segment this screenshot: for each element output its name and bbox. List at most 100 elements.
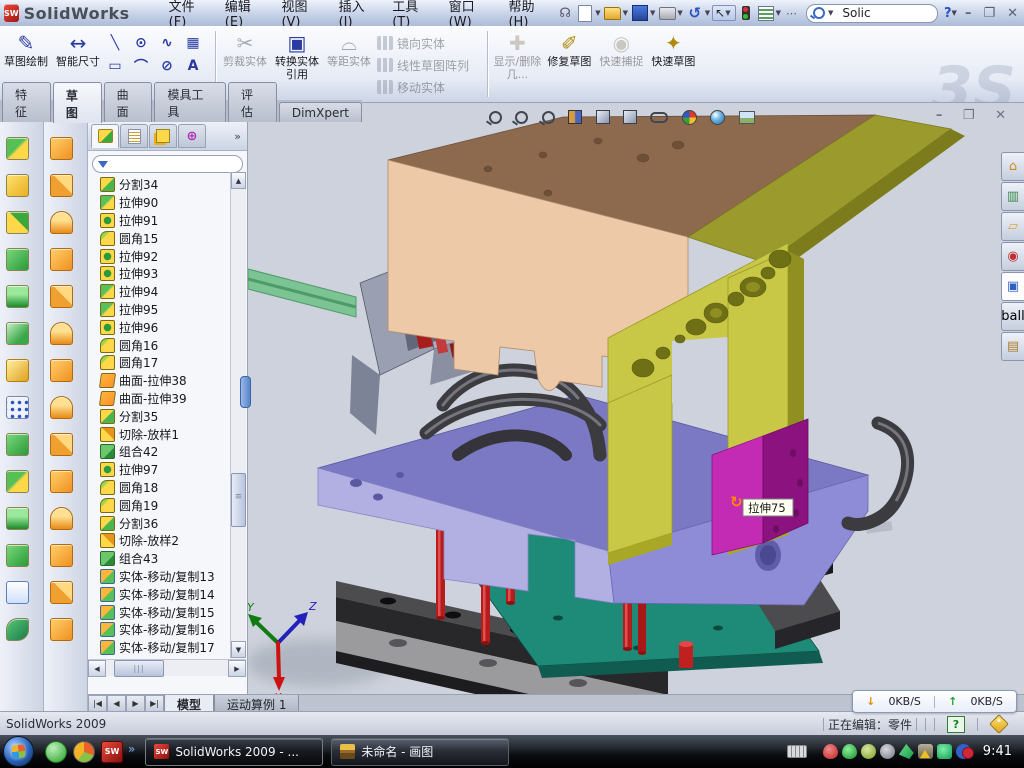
task-pane-tab[interactable]: ▥ bbox=[1001, 182, 1024, 211]
tree-item[interactable]: ▷ 分割35 bbox=[90, 407, 230, 425]
commandmanager-tab[interactable]: 模具工具 bbox=[154, 82, 226, 122]
document-window-buttons[interactable]: – ❐ ✕ bbox=[936, 108, 1014, 123]
mold-tool-icon[interactable] bbox=[50, 544, 73, 567]
task-pane-tab[interactable]: ⌂ bbox=[1001, 152, 1024, 181]
mold-tool-icon[interactable] bbox=[50, 137, 73, 160]
view-tool-button[interactable]: ▼ bbox=[542, 111, 562, 124]
feature-tool-icon[interactable] bbox=[6, 544, 29, 567]
tab-scroll-button[interactable]: ▶| bbox=[145, 695, 164, 712]
tray-icon[interactable] bbox=[823, 744, 838, 759]
tags-icon[interactable] bbox=[989, 714, 1009, 734]
mold-tool-icon[interactable] bbox=[50, 211, 73, 234]
tray-icon[interactable] bbox=[956, 744, 971, 759]
mold-tool-icon[interactable] bbox=[50, 285, 73, 308]
feature-tool-icon[interactable] bbox=[6, 322, 29, 345]
mold-tool-icon[interactable] bbox=[50, 248, 73, 271]
tree-item[interactable]: ▷ 拉伸93 bbox=[90, 265, 230, 283]
task-pane-tab[interactable]: ▱ bbox=[1001, 212, 1024, 241]
restore-button[interactable]: ❐ bbox=[977, 6, 1001, 21]
save-icon[interactable] bbox=[631, 4, 649, 22]
commandmanager-tab[interactable]: 评估 bbox=[228, 82, 277, 122]
model-tab[interactable]: 模型 bbox=[164, 695, 214, 712]
select-tool[interactable]: ↖▼ bbox=[712, 5, 735, 21]
sketch-tool-icon[interactable]: ▦ bbox=[184, 35, 202, 51]
feature-tool-icon[interactable] bbox=[6, 137, 29, 160]
mold-tool-icon[interactable] bbox=[50, 322, 73, 345]
start-button[interactable] bbox=[3, 736, 34, 767]
tree-item[interactable]: ▷ 拉伸94 bbox=[90, 283, 230, 301]
scroll-down-arrow[interactable]: ▼ bbox=[231, 641, 246, 658]
command-button[interactable]: 镜向实体 ▼ bbox=[377, 32, 482, 54]
tab-scroll-button[interactable]: |◀ bbox=[88, 695, 107, 712]
close-button[interactable]: ✕ bbox=[1001, 6, 1024, 21]
pin-icon[interactable]: ☊ bbox=[556, 4, 574, 22]
tree-item[interactable]: ▷ 圆角17 bbox=[90, 354, 230, 372]
command-button[interactable]: 线性草图阵列 ▼ bbox=[377, 54, 482, 76]
tray-icon[interactable] bbox=[842, 744, 857, 759]
tab-scroll-button[interactable]: ▶ bbox=[126, 695, 145, 712]
task-pane-tab[interactable]: ▤ bbox=[1001, 332, 1024, 361]
tree-item[interactable]: ▷ 组合43 bbox=[90, 550, 230, 568]
search-input[interactable] bbox=[840, 5, 914, 21]
feature-tool-icon[interactable] bbox=[6, 359, 29, 382]
tree-item[interactable]: ▷ 分割36 bbox=[90, 514, 230, 532]
graphics-viewport[interactable]: ↻ 拉伸75 Y Z X ▼ ▼ bbox=[248, 103, 1024, 694]
scrollbar-thumb[interactable] bbox=[114, 660, 164, 677]
search-box[interactable]: ▼ bbox=[806, 4, 938, 23]
view-tool-button[interactable]: ▼ bbox=[682, 110, 704, 125]
tree-item[interactable]: ▷ 实体-移动/复制15 bbox=[90, 603, 230, 621]
view-tool-button[interactable]: ▼ bbox=[739, 111, 762, 124]
overflow-dots[interactable]: ⋯ bbox=[786, 7, 797, 20]
quick-tips-button[interactable]: ? bbox=[947, 716, 965, 733]
feature-tool-icon[interactable] bbox=[6, 581, 29, 604]
tab-scroll-button[interactable]: ◀ bbox=[107, 695, 126, 712]
tree-item[interactable]: ▷ 曲面-拉伸38 bbox=[90, 372, 230, 390]
help-icon[interactable]: ? bbox=[944, 6, 952, 21]
tree-item[interactable]: ▷ 实体-移动/复制18 bbox=[90, 657, 230, 658]
feature-tool-icon[interactable] bbox=[6, 433, 29, 456]
commandmanager-tab[interactable]: 特征 bbox=[2, 82, 51, 122]
tree-item[interactable]: ▷ 分割34 bbox=[90, 176, 230, 194]
scrollbar-thumb[interactable] bbox=[231, 473, 246, 527]
tree-item[interactable]: ▷ 圆角16 bbox=[90, 336, 230, 354]
command-button[interactable]: ⌓ 等距实体 ▼ bbox=[324, 30, 374, 92]
feature-tool-icon[interactable] bbox=[6, 470, 29, 493]
task-pane-tab[interactable]: ◉ bbox=[1001, 242, 1024, 271]
scroll-right-arrow[interactable]: ▶ bbox=[228, 660, 246, 677]
tree-item[interactable]: ▷ 实体-移动/复制14 bbox=[90, 585, 230, 603]
mold-tool-icon[interactable] bbox=[50, 433, 73, 456]
sketch-tool-icon[interactable]: A bbox=[184, 58, 202, 74]
tree-item[interactable]: ▷ 切除-放样1 bbox=[90, 425, 230, 443]
commandmanager-tab[interactable]: DimXpert bbox=[279, 102, 362, 122]
tree-horizontal-scrollbar[interactable]: ◀ ▶ bbox=[88, 659, 246, 676]
print-dropdown[interactable]: ▼ bbox=[677, 9, 682, 17]
command-button[interactable]: ◉ 快速捕捉 ▼ bbox=[596, 30, 646, 92]
taskbar-window-button[interactable]: SW SolidWorks 2009 - ... bbox=[145, 738, 323, 766]
tree-item[interactable]: ▷ 拉伸96 bbox=[90, 318, 230, 336]
tree-vertical-scrollbar[interactable]: ▲ ▼ bbox=[230, 172, 246, 658]
undo-icon[interactable]: ↺ bbox=[686, 4, 704, 22]
dimxpertmanager-tab[interactable]: ⊕ bbox=[178, 124, 206, 148]
print-icon[interactable] bbox=[658, 4, 676, 22]
command-button[interactable]: ✦ 快速草图 ▼ bbox=[648, 30, 698, 92]
sketch-tool-icon[interactable]: ⌒ bbox=[132, 56, 150, 76]
feature-tool-icon[interactable] bbox=[6, 618, 29, 641]
model-canvas[interactable]: ↻ 拉伸75 Y Z X bbox=[248, 103, 1024, 694]
view-tool-button[interactable]: ▼ bbox=[596, 110, 617, 124]
mold-tool-icon[interactable] bbox=[50, 581, 73, 604]
tree-item[interactable]: ▷ 组合42 bbox=[90, 443, 230, 461]
commandmanager-tab[interactable]: 曲面 bbox=[104, 82, 153, 122]
view-tool-button[interactable]: ▼ bbox=[515, 111, 535, 124]
mold-tool-icon[interactable] bbox=[50, 396, 73, 419]
feature-tool-icon[interactable] bbox=[6, 396, 29, 419]
panel-overflow-chevron[interactable]: » bbox=[234, 130, 241, 143]
tree-item[interactable]: ▷ 实体-移动/复制17 bbox=[90, 639, 230, 657]
tree-item[interactable]: ▷ 拉伸90 bbox=[90, 194, 230, 212]
tree-item[interactable]: ▷ 圆角19 bbox=[90, 496, 230, 514]
minimize-button[interactable]: – bbox=[959, 6, 978, 21]
language-keyboard-icon[interactable] bbox=[787, 745, 807, 758]
sketch-tool-icon[interactable]: ∿ bbox=[158, 35, 176, 51]
featuremanager-tab[interactable] bbox=[91, 124, 119, 148]
view-tool-button[interactable]: ▼ bbox=[710, 110, 732, 125]
command-button[interactable]: ✐ 修复草图 ▼ bbox=[544, 30, 594, 92]
